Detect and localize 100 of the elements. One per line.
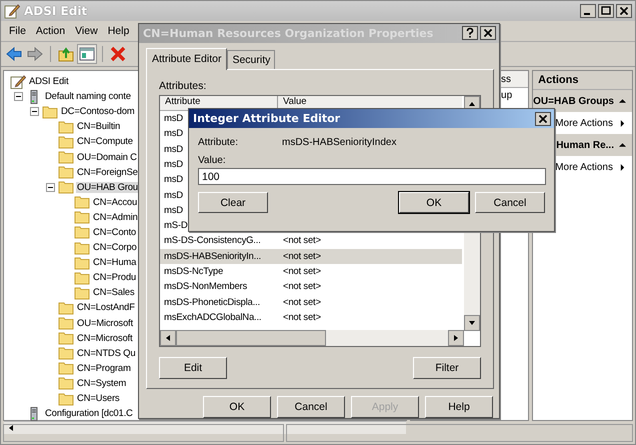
tree-item[interactable]: Default naming conte — [44, 91, 132, 102]
close-icon[interactable] — [480, 26, 496, 40]
table-cell-text: <not set> — [282, 266, 321, 277]
scroll-down-icon[interactable] — [464, 314, 480, 331]
table-cell-text: msD — [163, 204, 183, 216]
tree-item[interactable]: Configuration [dc01.C — [44, 408, 134, 420]
folder-icon — [58, 150, 74, 164]
notepad-icon — [4, 3, 20, 19]
table-cell-text: mS-D — [163, 220, 188, 232]
tree-item[interactable]: CN=Sales — [92, 287, 136, 298]
menu-item[interactable]: Help — [102, 25, 134, 37]
console-tree-icon[interactable] — [78, 45, 96, 63]
tree-item[interactable]: OU=Microsoft — [76, 318, 134, 329]
tree-item[interactable]: CN=Users — [76, 393, 120, 404]
attribute-label: Attribute: — [198, 137, 240, 148]
folder-icon — [58, 376, 74, 390]
dialog-button[interactable]: OK — [203, 396, 271, 418]
tree-item[interactable]: CN=Conto — [92, 226, 138, 238]
tree-item[interactable]: OU=Domain C — [76, 152, 138, 163]
attribute-name: msDS-HABSeniorityIndex — [282, 137, 396, 148]
tree-item[interactable]: CN=Builtin — [76, 121, 122, 132]
action-item[interactable]: More Actions — [555, 118, 613, 128]
folder-icon — [58, 392, 74, 406]
help-icon[interactable] — [462, 26, 478, 40]
tree-item[interactable]: CN=Program — [76, 362, 132, 374]
table-cell-text: msD — [163, 144, 183, 155]
table-cell-text: <not set> — [282, 250, 321, 262]
tree-item[interactable]: CN=Microsoft — [76, 332, 134, 344]
folder-icon — [58, 300, 74, 315]
tree-item[interactable]: CN=Accou — [92, 196, 138, 208]
scroll-left-icon[interactable] — [160, 330, 176, 346]
section-title[interactable]: OU=HAB Groups — [533, 96, 614, 106]
tab[interactable]: Security — [227, 50, 276, 69]
folder-icon — [58, 346, 74, 360]
folder-icon — [74, 270, 90, 285]
tree-item[interactable]: CN=Produ — [92, 272, 138, 284]
folder-icon — [58, 316, 74, 330]
horizontal-scrollbar[interactable] — [160, 330, 464, 346]
scroll-right-icon[interactable] — [448, 330, 464, 346]
tree-item[interactable]: CN=System — [76, 378, 128, 389]
tree-item[interactable]: CN=Huma — [92, 257, 138, 268]
scrollbar-thumb[interactable] — [176, 330, 326, 346]
dialog-title: Integer Attribute Editor — [193, 112, 342, 125]
action-item[interactable]: More Actions — [555, 162, 613, 172]
collapse-toggle-icon[interactable] — [30, 107, 39, 116]
collapse-arrow-icon[interactable] — [619, 98, 626, 104]
close-icon[interactable] — [535, 112, 551, 126]
edit-button[interactable]: Edit — [159, 356, 227, 379]
folder-icon — [58, 331, 74, 346]
minimize-icon[interactable] — [580, 4, 596, 18]
notepad-icon — [10, 74, 26, 89]
dialog-button[interactable]: Help — [425, 396, 493, 418]
collapse-toggle-icon[interactable] — [46, 182, 55, 192]
maximize-icon[interactable] — [598, 4, 614, 18]
collapse-toggle-icon[interactable] — [14, 92, 23, 102]
folder-icon — [74, 195, 90, 210]
dialog-button[interactable]: OK — [399, 192, 469, 213]
delete-icon[interactable] — [109, 45, 127, 63]
dialog-button[interactable]: Cancel — [277, 396, 345, 418]
table-cell-text: msDS-NcType — [163, 266, 224, 277]
tree-item[interactable]: OU=HAB Grou — [76, 182, 139, 193]
folder-icon — [74, 286, 90, 300]
tree-item[interactable]: CN=LostAndF — [76, 302, 136, 314]
tab[interactable]: Attribute Editor — [146, 48, 228, 70]
attributes-label: Attributes: — [159, 80, 208, 92]
folder-icon — [58, 120, 74, 134]
folder-icon — [58, 165, 74, 180]
selected-row[interactable]: msDS-HABSeniorityIn... <not set> — [160, 248, 462, 264]
menu-item[interactable]: File — [4, 25, 31, 37]
dialog-button[interactable]: Cancel — [475, 192, 545, 213]
tree-item[interactable]: ADSI Edit — [28, 76, 70, 88]
forward-arrow-icon[interactable] — [26, 45, 44, 63]
menu-item[interactable]: View — [70, 25, 103, 37]
filter-button[interactable]: Filter — [413, 356, 481, 379]
close-icon[interactable] — [616, 4, 632, 18]
table-cell-text: msD — [163, 158, 183, 170]
menu-item[interactable]: Action — [30, 25, 70, 37]
tree-item[interactable]: CN=NTDS Qu — [76, 348, 136, 359]
table-cell-text: msDS-HABSeniorityIn... — [163, 250, 261, 262]
back-arrow-icon[interactable] — [5, 45, 23, 63]
column-header[interactable]: ss — [501, 74, 512, 84]
actions-header: Actions — [533, 71, 632, 90]
table-cell-text: msDS-NonMembers — [163, 281, 248, 292]
dialog-button[interactable]: Clear — [198, 192, 268, 213]
window-title: ADSI Edit — [24, 4, 88, 18]
horizontal-scrollbar[interactable] — [4, 421, 406, 434]
folder-icon — [58, 361, 74, 376]
value-field[interactable]: 100 — [198, 168, 546, 185]
collapse-arrow-icon[interactable] — [619, 142, 626, 148]
tree-item[interactable]: DC=Contoso-dom — [60, 106, 136, 118]
tree-item[interactable]: CN=Compute — [76, 136, 134, 148]
section-title[interactable]: Human Re... — [556, 140, 614, 150]
tree-item[interactable]: CN=ForeignSe — [76, 166, 139, 178]
tree-item[interactable]: CN=Corpo — [92, 242, 138, 254]
folder-icon — [58, 180, 74, 194]
table-cell-text: msExchADCGlobalNa... — [163, 312, 262, 323]
column-header[interactable]: Value — [278, 96, 307, 110]
submenu-arrow-icon — [620, 120, 625, 126]
folder-icon — [74, 256, 90, 270]
tree-item[interactable]: CN=Admin — [92, 212, 139, 223]
